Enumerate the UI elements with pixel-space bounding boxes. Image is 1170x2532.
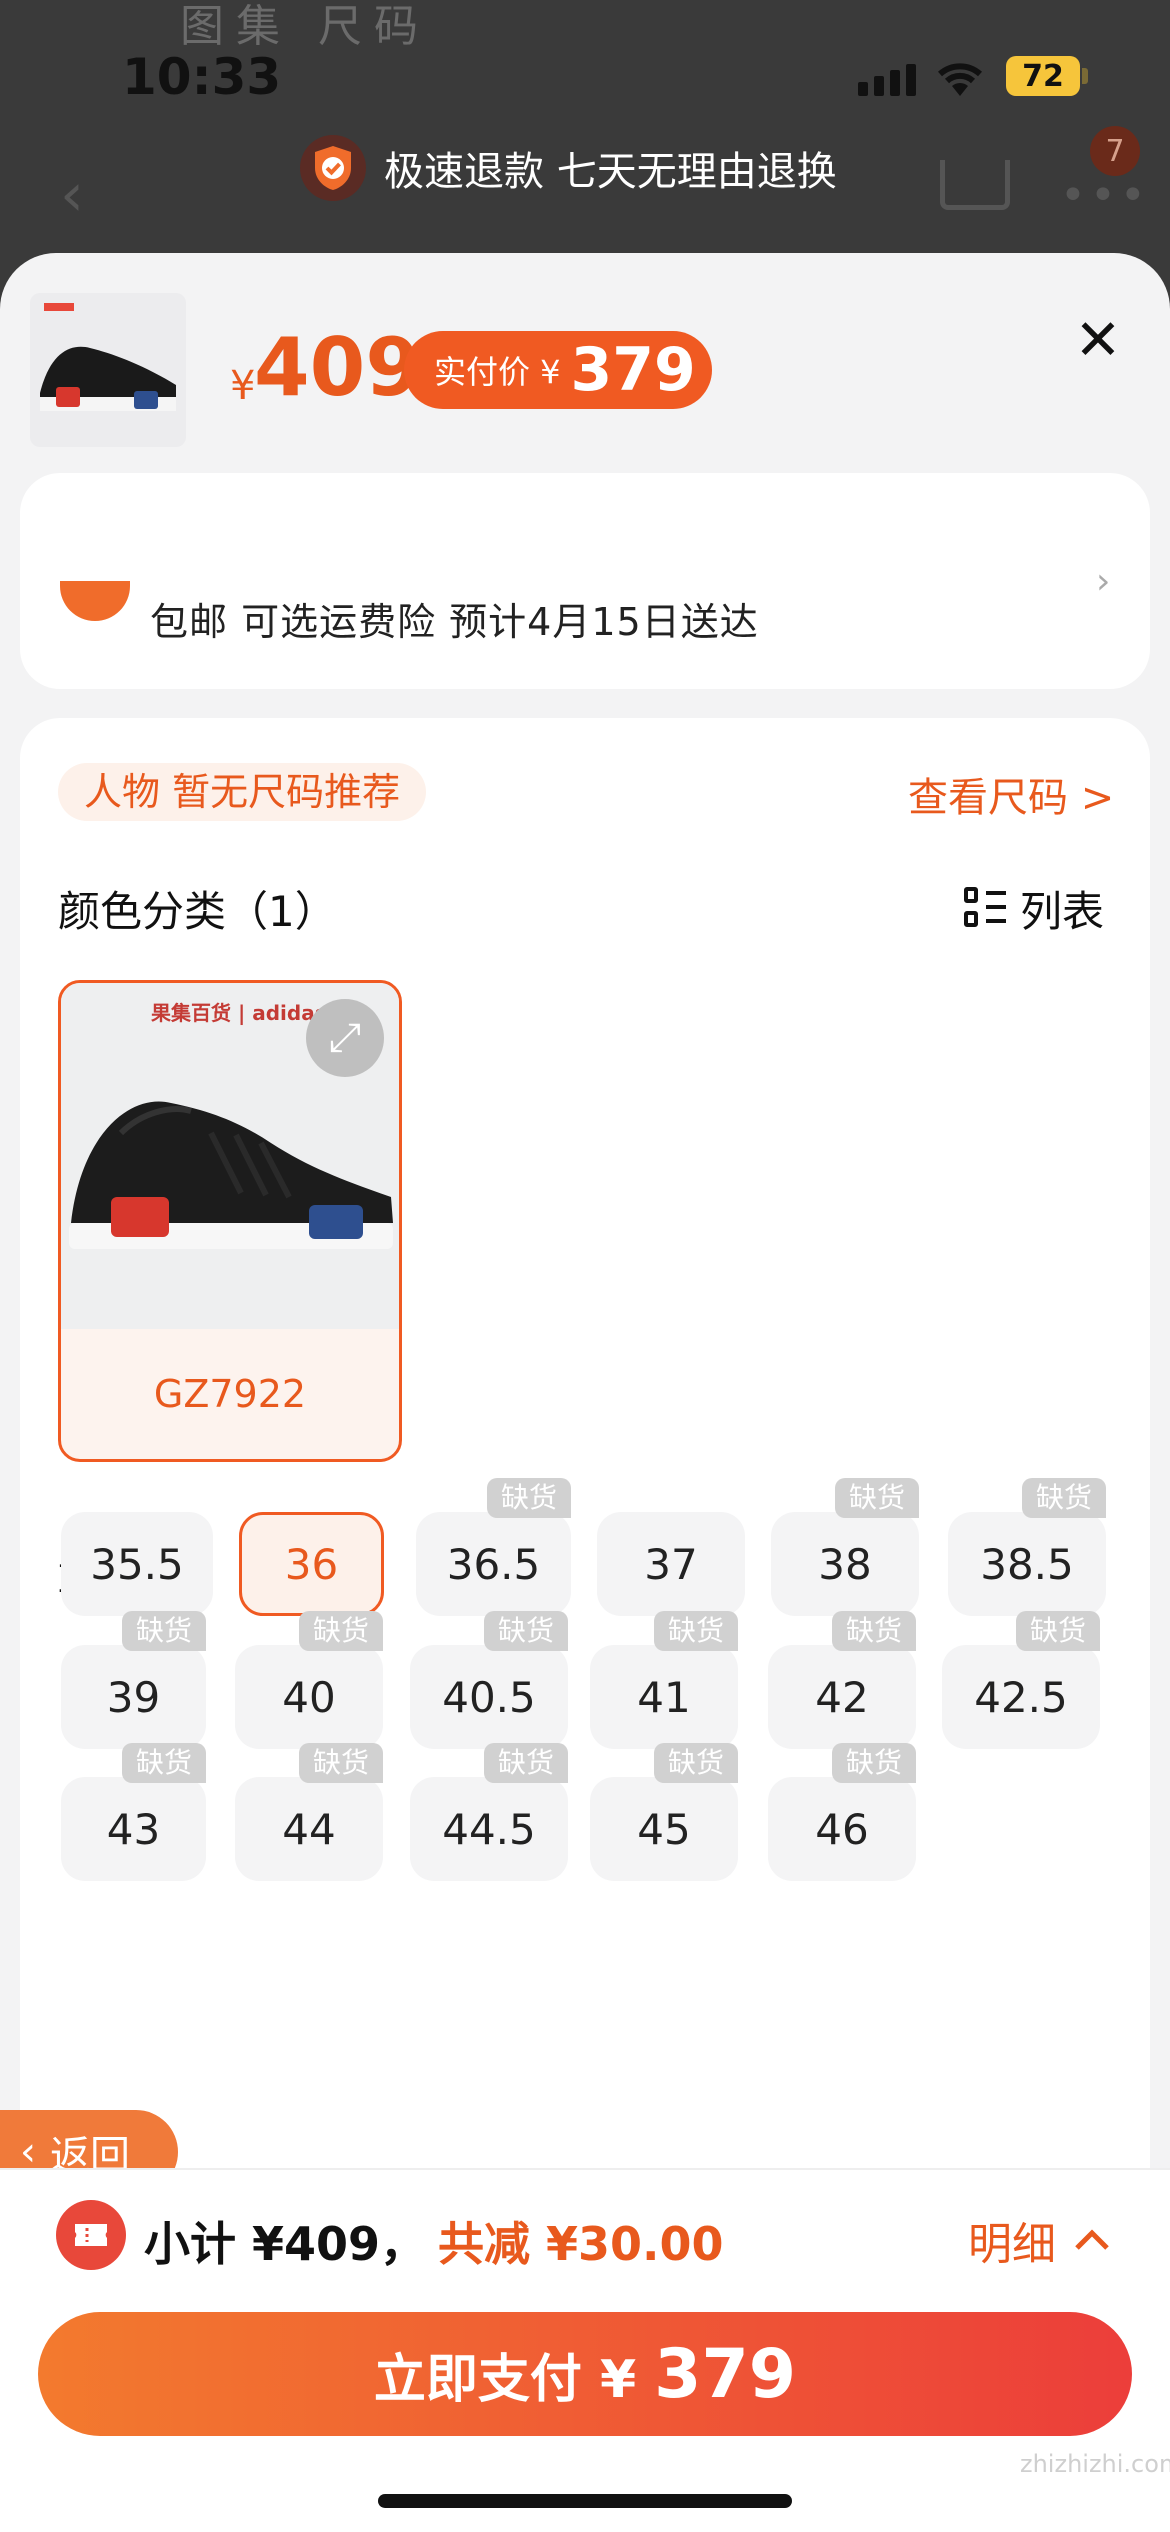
- real-price-pill: 实付价 ¥ 379: [404, 331, 712, 409]
- size-option[interactable]: 37: [597, 1512, 745, 1616]
- shoe-image: [40, 303, 176, 411]
- shipping-card[interactable]: 包邮 可选运费险 预计4月15日送达 ›: [20, 473, 1150, 689]
- size-option[interactable]: 44 缺货: [235, 1743, 383, 1881]
- pay-now-button[interactable]: 立即支付 ¥ 379: [38, 2312, 1132, 2436]
- color-option-code: GZ7922: [153, 1372, 307, 1416]
- discount-text: 共减 ¥30.00: [438, 2217, 724, 2271]
- subtotal-text: 小计 ¥409，: [144, 2217, 427, 2271]
- product-thumbnail[interactable]: [30, 293, 186, 447]
- currency-symbol: ¥: [230, 363, 256, 409]
- size-option-label: 42.5: [974, 1672, 1068, 1722]
- size-option[interactable]: 40 缺货: [235, 1611, 383, 1749]
- out-of-stock-badge: 缺货: [483, 1743, 568, 1783]
- size-option-label: 38: [818, 1539, 872, 1589]
- size-option[interactable]: 36.5 缺货: [416, 1478, 571, 1616]
- out-of-stock-badge: 缺货: [653, 1743, 738, 1783]
- out-of-stock-badge: 缺货: [831, 1611, 916, 1651]
- size-option-label: 46: [815, 1804, 869, 1854]
- price-detail-button[interactable]: 明细: [968, 2208, 1110, 2272]
- view-size-chart-link[interactable]: 查看尺码 >: [908, 765, 1114, 823]
- out-of-stock-badge: 缺货: [1015, 1611, 1100, 1651]
- real-price-label: 实付价 ¥: [434, 353, 561, 391]
- battery-icon: 72: [1006, 56, 1080, 96]
- size-option-label: 36: [284, 1539, 339, 1589]
- size-option-label: 39: [106, 1672, 161, 1722]
- size-option-label: 35.5: [90, 1539, 184, 1589]
- size-option[interactable]: 36: [239, 1512, 384, 1616]
- size-option[interactable]: 44.5 缺货: [410, 1743, 568, 1881]
- real-price-value: 379: [570, 335, 696, 405]
- size-option[interactable]: 46 缺货: [768, 1743, 916, 1881]
- background-tabs: 图集 尺码: [180, 1, 430, 52]
- shipping-text: 包邮 可选运费险 预计4月15日送达: [150, 600, 759, 644]
- size-option[interactable]: 41 缺货: [590, 1611, 738, 1749]
- list-view-label: 列表: [1020, 887, 1105, 936]
- product-price: 409: [254, 321, 421, 414]
- color-section-title: 颜色分类（1）: [58, 887, 337, 936]
- size-option-label: 44: [282, 1804, 336, 1854]
- out-of-stock-badge: 缺货: [298, 1611, 383, 1651]
- size-option-label: 44.5: [442, 1804, 536, 1854]
- background-back-icon: ‹: [60, 160, 84, 230]
- refund-banner-text: 极速退款 七天无理由退换: [384, 149, 837, 195]
- close-icon[interactable]: ✕: [1068, 311, 1128, 371]
- checkout-footer: 小计 ¥409， 共减 ¥30.00 明细 立即支付 ¥ 379 zhizhiz…: [0, 2168, 1170, 2532]
- size-option[interactable]: 38 缺货: [771, 1478, 919, 1616]
- shipping-icon: [60, 581, 130, 621]
- size-option-label: 43: [106, 1804, 161, 1854]
- size-option[interactable]: 40.5 缺货: [410, 1611, 568, 1749]
- out-of-stock-badge: 缺货: [834, 1478, 919, 1518]
- size-option[interactable]: 45 缺货: [590, 1743, 738, 1881]
- out-of-stock-badge: 缺货: [831, 1743, 916, 1783]
- signal-icon: [858, 64, 916, 96]
- background-cart-icon: [940, 160, 1010, 210]
- size-option-label: 40.5: [442, 1672, 536, 1722]
- size-option[interactable]: 42.5 缺货: [942, 1611, 1100, 1749]
- size-option-label: 37: [644, 1539, 698, 1589]
- price-detail-label: 明细: [968, 2219, 1056, 2270]
- out-of-stock-badge: 缺货: [121, 1743, 206, 1783]
- expand-icon[interactable]: ⤢: [306, 999, 384, 1077]
- size-option[interactable]: 43 缺货: [61, 1743, 206, 1881]
- home-indicator: [378, 2494, 792, 2508]
- size-option-label: 36.5: [446, 1539, 541, 1589]
- size-option-label: 41: [637, 1672, 691, 1722]
- size-recommend-pill: 人物 暂无尺码推荐: [58, 763, 427, 821]
- out-of-stock-badge: 缺货: [486, 1478, 571, 1518]
- out-of-stock-badge: 缺货: [121, 1611, 206, 1651]
- color-option[interactable]: 果集百货 | adidas ⤢ GZ7922: [58, 980, 402, 1462]
- color-option-image: 果集百货 | adidas ⤢: [61, 983, 399, 1329]
- shield-check-icon: [300, 135, 366, 201]
- out-of-stock-badge: 缺货: [1021, 1478, 1106, 1518]
- coupon-icon: [56, 2200, 126, 2270]
- size-option-label: 45: [637, 1804, 691, 1854]
- wifi-icon: [938, 63, 982, 96]
- size-option[interactable]: 38.5 缺货: [948, 1478, 1106, 1616]
- size-option-label: 38.5: [980, 1539, 1074, 1589]
- size-option-label: 40: [282, 1672, 336, 1722]
- list-view-toggle[interactable]: 列表: [964, 878, 1104, 939]
- background-more-icon: •••: [1060, 170, 1150, 221]
- pay-now-amount: 379: [654, 2334, 797, 2414]
- out-of-stock-badge: 缺货: [483, 1611, 568, 1651]
- out-of-stock-badge: 缺货: [298, 1743, 383, 1783]
- status-time: 10:33: [122, 48, 282, 106]
- chevron-up-icon: [1075, 2229, 1109, 2250]
- watermark: zhizhizhi.com: [1020, 2450, 1170, 2478]
- list-icon: [964, 886, 1008, 931]
- battery-tip: [1082, 68, 1088, 84]
- pay-now-label: 立即支付 ¥: [373, 2349, 637, 2410]
- size-option-label: 42: [815, 1672, 869, 1722]
- size-option[interactable]: 35.5: [61, 1512, 213, 1616]
- refund-banner: 极速退款 七天无理由退换: [300, 135, 837, 201]
- chevron-right-icon: ›: [1096, 561, 1111, 602]
- size-option[interactable]: 42 缺货: [768, 1611, 916, 1749]
- cart-badge: 7: [1090, 126, 1140, 176]
- size-option[interactable]: 39 缺货: [61, 1611, 206, 1749]
- out-of-stock-badge: 缺货: [653, 1611, 738, 1651]
- brand-logo: 果集百货 | adidas: [151, 1001, 327, 1025]
